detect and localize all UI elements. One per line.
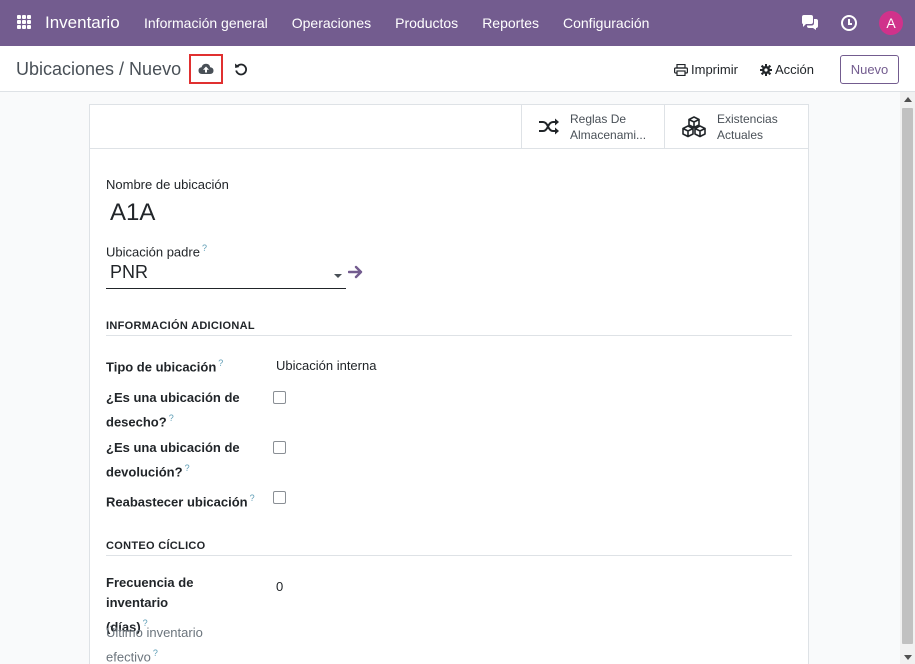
putaway-rules-text: Reglas De Almacenami... bbox=[570, 111, 646, 143]
current-stock-line1: Existencias bbox=[717, 112, 778, 126]
help-tooltip-icon[interactable]: ? bbox=[169, 413, 174, 423]
action-label: Acción bbox=[775, 62, 815, 77]
cloud-upload-icon bbox=[198, 63, 214, 74]
menu-item-configuration[interactable]: Configuración bbox=[563, 15, 649, 31]
putaway-rules-button[interactable]: Reglas De Almacenami... bbox=[521, 105, 664, 149]
page-scrollbar[interactable] bbox=[900, 92, 915, 664]
putaway-rules-line1: Reglas De bbox=[570, 112, 627, 126]
location-name-input[interactable]: A1A bbox=[110, 199, 155, 227]
parent-location-value: PNR bbox=[110, 262, 149, 282]
print-button[interactable]: Imprimir bbox=[674, 62, 738, 77]
gear-icon bbox=[760, 63, 772, 76]
location-type-label-text: Tipo de ubicación bbox=[106, 359, 217, 375]
print-label: Imprimir bbox=[691, 62, 738, 77]
location-type-label: Tipo de ubicación? bbox=[106, 353, 256, 377]
clock-icon[interactable] bbox=[841, 15, 857, 31]
printer-icon bbox=[674, 63, 688, 76]
parent-location-select[interactable]: PNR bbox=[106, 260, 346, 289]
navbar-systray: A bbox=[801, 11, 903, 35]
last-inventory-label-l1: Último inventario bbox=[106, 625, 203, 640]
putaway-rules-line2: Almacenami... bbox=[570, 128, 647, 142]
help-tooltip-icon[interactable]: ? bbox=[185, 463, 190, 473]
smart-button-box: Reglas De Almacenami... Existencias Actu… bbox=[90, 105, 808, 149]
menu-item-reports[interactable]: Reportes bbox=[482, 15, 539, 31]
scroll-thumb[interactable] bbox=[902, 108, 913, 644]
app-brand[interactable]: Inventario bbox=[45, 13, 120, 33]
section-additional-info-title: INFORMACIÓN ADICIONAL bbox=[106, 320, 255, 332]
action-button[interactable]: Acción bbox=[760, 62, 814, 77]
menu-item-general[interactable]: Información general bbox=[144, 15, 268, 31]
current-stock-button[interactable]: Existencias Actuales bbox=[664, 105, 808, 149]
shuffle-icon bbox=[539, 118, 559, 135]
section-divider bbox=[106, 335, 792, 336]
scroll-up-arrow-icon[interactable] bbox=[904, 97, 912, 102]
discard-button[interactable] bbox=[232, 60, 250, 78]
chat-icon[interactable] bbox=[801, 15, 819, 31]
return-location-label: ¿Es una ubicación de devolución?? bbox=[106, 438, 256, 482]
internal-link-arrow-icon[interactable] bbox=[347, 265, 364, 284]
new-button[interactable]: Nuevo bbox=[840, 55, 899, 84]
replenish-location-label-text: Reabastecer ubicación bbox=[106, 494, 248, 510]
parent-location-label: Ubicación padre? bbox=[106, 243, 207, 259]
parent-location-label-text: Ubicación padre bbox=[106, 244, 200, 260]
top-navbar: Inventario Información general Operacion… bbox=[0, 0, 915, 46]
last-inventory-label: Último inventario efectivo? bbox=[106, 623, 256, 664]
cubes-icon bbox=[682, 116, 706, 138]
breadcrumb[interactable]: Ubicaciones / Nuevo bbox=[16, 59, 181, 80]
inventory-frequency-input[interactable]: 0 bbox=[276, 579, 283, 594]
form-sheet: Reglas De Almacenami... Existencias Actu… bbox=[89, 104, 809, 664]
menu-item-products[interactable]: Productos bbox=[395, 15, 458, 31]
return-location-label-l1: ¿Es una ubicación de bbox=[106, 440, 240, 455]
undo-icon bbox=[235, 63, 247, 76]
scrap-location-label-l2: desecho? bbox=[106, 414, 167, 430]
help-tooltip-icon[interactable]: ? bbox=[202, 243, 207, 253]
section-divider bbox=[106, 555, 792, 556]
help-tooltip-icon[interactable]: ? bbox=[153, 648, 158, 658]
replenish-location-label: Reabastecer ubicación? bbox=[106, 488, 256, 512]
location-type-value[interactable]: Ubicación interna bbox=[276, 358, 376, 373]
last-inventory-label-l2: efectivo bbox=[106, 649, 151, 664]
caret-down-icon[interactable] bbox=[334, 274, 342, 278]
scroll-down-arrow-icon[interactable] bbox=[904, 655, 912, 660]
current-stock-text: Existencias Actuales bbox=[717, 111, 778, 143]
inventory-frequency-label-l1: Frecuencia de inventario bbox=[106, 575, 194, 610]
location-name-label: Nombre de ubicación bbox=[106, 177, 229, 192]
scrap-location-checkbox[interactable] bbox=[273, 391, 286, 404]
menu-item-operations[interactable]: Operaciones bbox=[292, 15, 371, 31]
return-location-label-l2: devolución? bbox=[106, 464, 183, 480]
current-stock-line2: Actuales bbox=[717, 128, 764, 142]
scrap-location-label-l1: ¿Es una ubicación de bbox=[106, 390, 240, 405]
help-tooltip-icon[interactable]: ? bbox=[250, 493, 255, 503]
section-cycle-count-title: CONTEO CÍCLICO bbox=[106, 540, 206, 552]
avatar[interactable]: A bbox=[879, 11, 903, 35]
replenish-location-checkbox[interactable] bbox=[273, 491, 286, 504]
return-location-checkbox[interactable] bbox=[273, 441, 286, 454]
apps-menu-icon[interactable] bbox=[17, 15, 31, 29]
scrap-location-label: ¿Es una ubicación de desecho?? bbox=[106, 388, 256, 432]
save-button[interactable] bbox=[189, 54, 223, 84]
help-tooltip-icon[interactable]: ? bbox=[218, 358, 223, 368]
main-menu: Información general Operaciones Producto… bbox=[144, 15, 673, 31]
